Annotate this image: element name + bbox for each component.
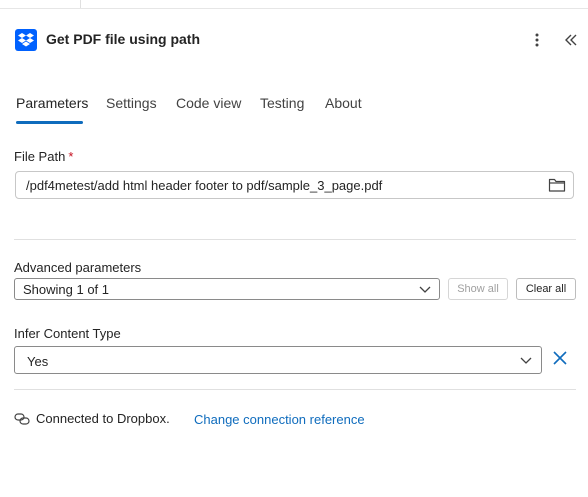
advanced-parameters-selected: Showing 1 of 1 (23, 282, 110, 297)
file-path-label-text: File Path (14, 149, 66, 164)
show-all-button[interactable]: Show all (448, 278, 508, 300)
clear-all-button[interactable]: Clear all (516, 278, 576, 300)
page-title: Get PDF file using path (46, 31, 201, 47)
file-path-field[interactable]: /pdf4metest/add html header footer to pd… (15, 171, 574, 199)
change-connection-link[interactable]: Change connection reference (194, 412, 365, 427)
required-marker: * (68, 149, 74, 164)
chevron-down-icon (419, 286, 431, 293)
tab-parameters[interactable]: Parameters (16, 95, 88, 111)
section-divider (14, 239, 576, 240)
chevron-down-icon (520, 357, 532, 364)
file-path-value[interactable]: /pdf4metest/add html header footer to pd… (26, 178, 382, 193)
file-path-label: File Path * (14, 149, 73, 164)
folder-icon[interactable] (548, 177, 566, 193)
double-chevron-left-icon (565, 34, 577, 46)
collapse-panel-button[interactable] (560, 28, 582, 52)
infer-content-type-selected: Yes (27, 354, 49, 369)
top-bar-divider (80, 0, 81, 8)
more-options-button[interactable] (527, 28, 547, 52)
connection-status: Connected to Dropbox. (36, 411, 170, 426)
tab-about[interactable]: About (325, 95, 362, 111)
tab-testing[interactable]: Testing (260, 95, 304, 111)
advanced-parameters-dropdown[interactable]: Showing 1 of 1 (14, 278, 440, 300)
section-divider (14, 389, 576, 390)
dropbox-icon (15, 29, 37, 51)
infer-content-type-dropdown[interactable]: Yes (14, 346, 542, 374)
advanced-parameters-label: Advanced parameters (14, 260, 142, 275)
more-vertical-icon (535, 33, 539, 47)
close-icon[interactable] (552, 350, 568, 366)
panel-header: Get PDF file using path (0, 26, 588, 54)
tab-code-view[interactable]: Code view (176, 95, 241, 111)
tab-settings[interactable]: Settings (106, 95, 157, 111)
link-icon (14, 413, 30, 425)
top-bar (0, 0, 588, 9)
infer-content-type-label: Infer Content Type (14, 326, 121, 341)
active-tab-indicator (16, 121, 83, 124)
